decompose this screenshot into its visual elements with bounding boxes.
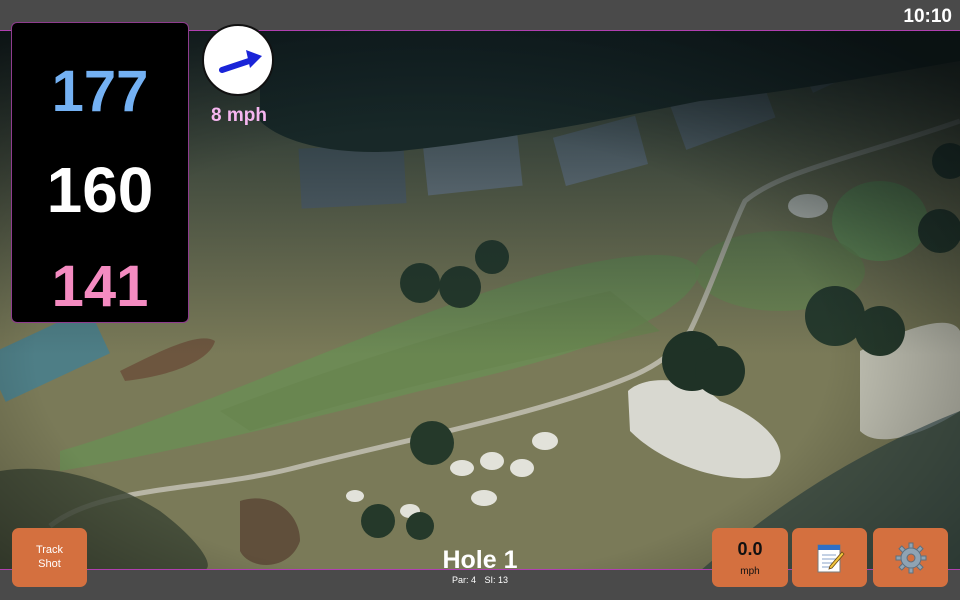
settings-button[interactable] [873,528,948,587]
notes-button[interactable] [792,528,867,587]
track-shot-label-line2: Shot [38,557,61,570]
wind-indicator[interactable] [202,24,274,96]
distance-panel: 177 160 141 [11,22,189,323]
speed-button[interactable]: 0.0 mph [712,528,788,587]
gear-icon [895,542,926,573]
hole-info: Hole 1 Par: 4 SI: 13 [380,546,580,586]
front-distance: 141 [51,254,149,319]
wind-speed: 8 mph [211,105,267,126]
middle-distance: 160 [46,154,154,226]
hole-par: Par: 4 [451,575,476,585]
arrow-right-up-icon [219,50,262,73]
notepad-icon [817,544,845,572]
clock: 10:10 [903,6,952,27]
track-shot-label-line1: Track [35,543,64,556]
track-shot-button[interactable]: Track Shot [12,528,87,587]
back-distance: 177 [51,59,149,124]
speed-value: 0.0 [737,539,763,559]
hole-si: SI: 13 [484,575,509,585]
speed-unit: mph [740,566,760,577]
hole-title: Hole 1 [442,546,518,574]
hole-meta: Par: 4 SI: 13 [380,575,580,585]
